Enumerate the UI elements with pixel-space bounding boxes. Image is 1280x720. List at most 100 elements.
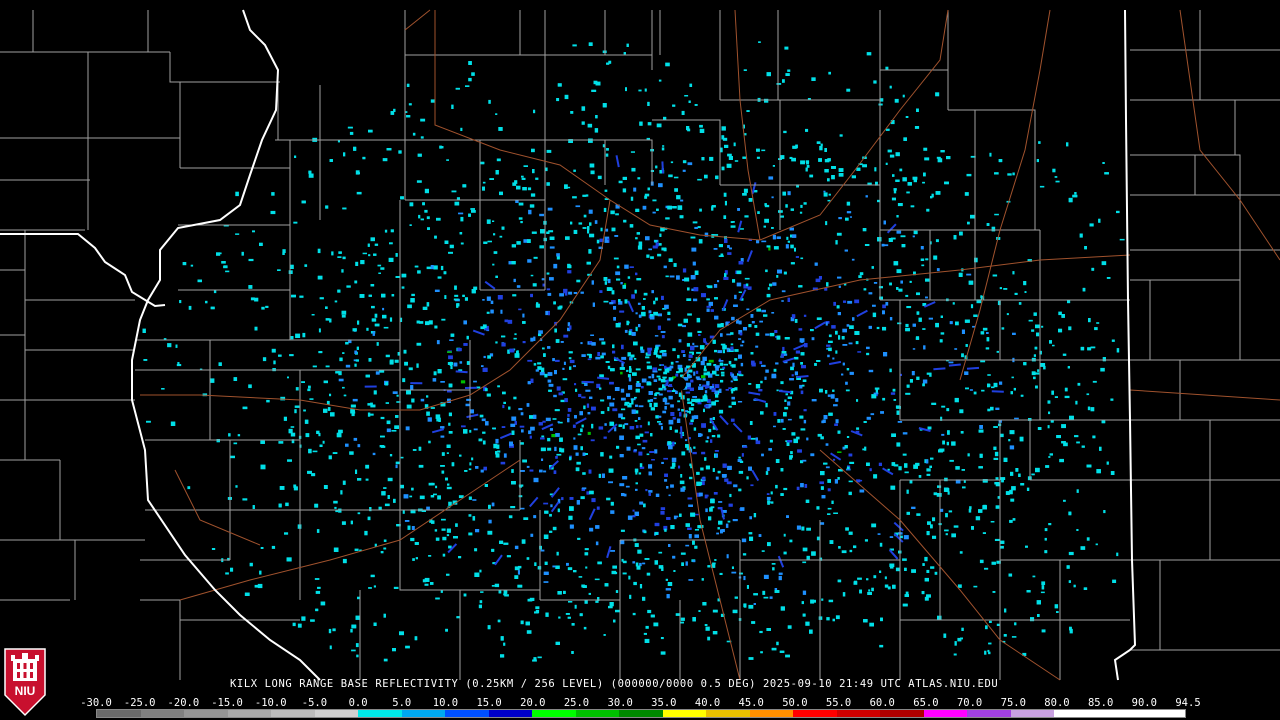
echo-pixel (468, 213, 471, 217)
echo-pixel (633, 187, 637, 192)
echo-pixel (648, 391, 653, 395)
echo-pixel (801, 601, 804, 605)
echo-pixel (371, 318, 377, 322)
echo-pixel (797, 449, 802, 453)
echo-pixel (510, 423, 516, 427)
echo-pixel (588, 592, 591, 595)
echo-pixel (660, 426, 663, 430)
echo-pixel (541, 278, 545, 281)
echo-pixel (722, 366, 726, 369)
echo-pixel (894, 98, 899, 103)
echo-pixel (540, 437, 545, 440)
echo-pixel (503, 453, 507, 458)
echo-pixel (613, 619, 616, 623)
echo-pixel (891, 462, 896, 466)
echo-pixel (582, 227, 587, 229)
echo-pixel (446, 444, 451, 448)
echo-pixel (433, 493, 437, 496)
echo-pixel (845, 217, 849, 221)
echo-pixel (355, 643, 359, 648)
echo-pixel (350, 628, 353, 633)
echo-pixel (769, 332, 775, 337)
echo-pixel (832, 389, 835, 392)
echo-pixel (831, 175, 835, 180)
echo-pixel (672, 104, 676, 107)
echo-pixel (905, 327, 910, 332)
echo-pixel (415, 557, 418, 560)
echo-pixel (455, 87, 460, 90)
echo-pixel (308, 170, 312, 174)
echo-pixel (437, 369, 442, 374)
echo-pixel (827, 488, 831, 492)
echo-pixel (636, 565, 641, 570)
echo-pixel (827, 394, 831, 397)
echo-pixel (504, 594, 509, 597)
echo-pixel (558, 392, 563, 396)
echo-pixel (1048, 523, 1052, 526)
echo-pixel (784, 399, 787, 402)
echo-pixel (365, 374, 370, 378)
echo-pixel (949, 321, 953, 325)
echo-pixel (568, 291, 573, 295)
echo-pixel (639, 425, 643, 428)
echo-pixel (537, 566, 542, 570)
echo-pixel (787, 69, 791, 72)
echo-pixel (595, 600, 599, 603)
echo-pixel (458, 212, 464, 215)
echo-pixel (701, 293, 706, 298)
echo-pixel (911, 569, 916, 573)
echo-pixel (642, 562, 646, 565)
echo-pixel (353, 146, 357, 151)
echo-pixel (389, 360, 394, 365)
echo-pixel (647, 350, 652, 355)
echo-pixel (334, 300, 338, 303)
scale-label: 90.0 (1131, 697, 1157, 709)
echo-pixel (625, 485, 630, 488)
echo-pixel (500, 461, 506, 465)
echo-pixel (437, 495, 441, 500)
echo-pixel (529, 435, 532, 439)
echo-pixel (622, 188, 627, 193)
echo-pixel (618, 180, 623, 184)
echo-pixel (739, 332, 743, 336)
echo-pixel (319, 297, 324, 300)
echo-pixel (738, 370, 742, 375)
echo-pixel (772, 567, 775, 571)
echo-pixel (837, 276, 842, 279)
echo-pixel (449, 384, 453, 387)
echo-pixel (902, 177, 907, 182)
echo-pixel (1081, 445, 1085, 448)
echo-pixel (611, 570, 617, 575)
echo-pixel (468, 514, 472, 517)
echo-pixel (526, 465, 530, 468)
echo-pixel (667, 582, 673, 586)
echo-pixel (880, 411, 884, 414)
echo-pixel (332, 452, 338, 454)
echo-pixel (664, 473, 668, 477)
echo-pixel (290, 336, 294, 340)
echo-pixel (1066, 142, 1069, 147)
echo-pixel (357, 444, 361, 448)
echo-pixel (893, 399, 897, 401)
echo-pixel (723, 192, 727, 197)
echo-pixel (643, 292, 648, 296)
echo-pixel (424, 188, 429, 194)
echo-pixel (548, 311, 550, 316)
echo-pixel (807, 98, 811, 100)
echo-pixel (770, 491, 773, 495)
echo-pixel (342, 480, 346, 485)
echo-pixel (771, 196, 774, 199)
echo-pixel (668, 174, 673, 178)
echo-pixel (645, 625, 649, 629)
echo-pixel (626, 393, 631, 397)
echo-pixel (892, 584, 896, 589)
echo-pixel (825, 221, 828, 226)
echo-pixel (889, 536, 894, 538)
echo-pixel (1011, 376, 1014, 379)
echo-pixel (882, 326, 887, 331)
echo-pixel (290, 426, 295, 428)
echo-pixel (691, 247, 697, 252)
echo-pixel (559, 437, 563, 442)
echo-pixel (589, 527, 594, 532)
echo-pixel (491, 548, 495, 552)
